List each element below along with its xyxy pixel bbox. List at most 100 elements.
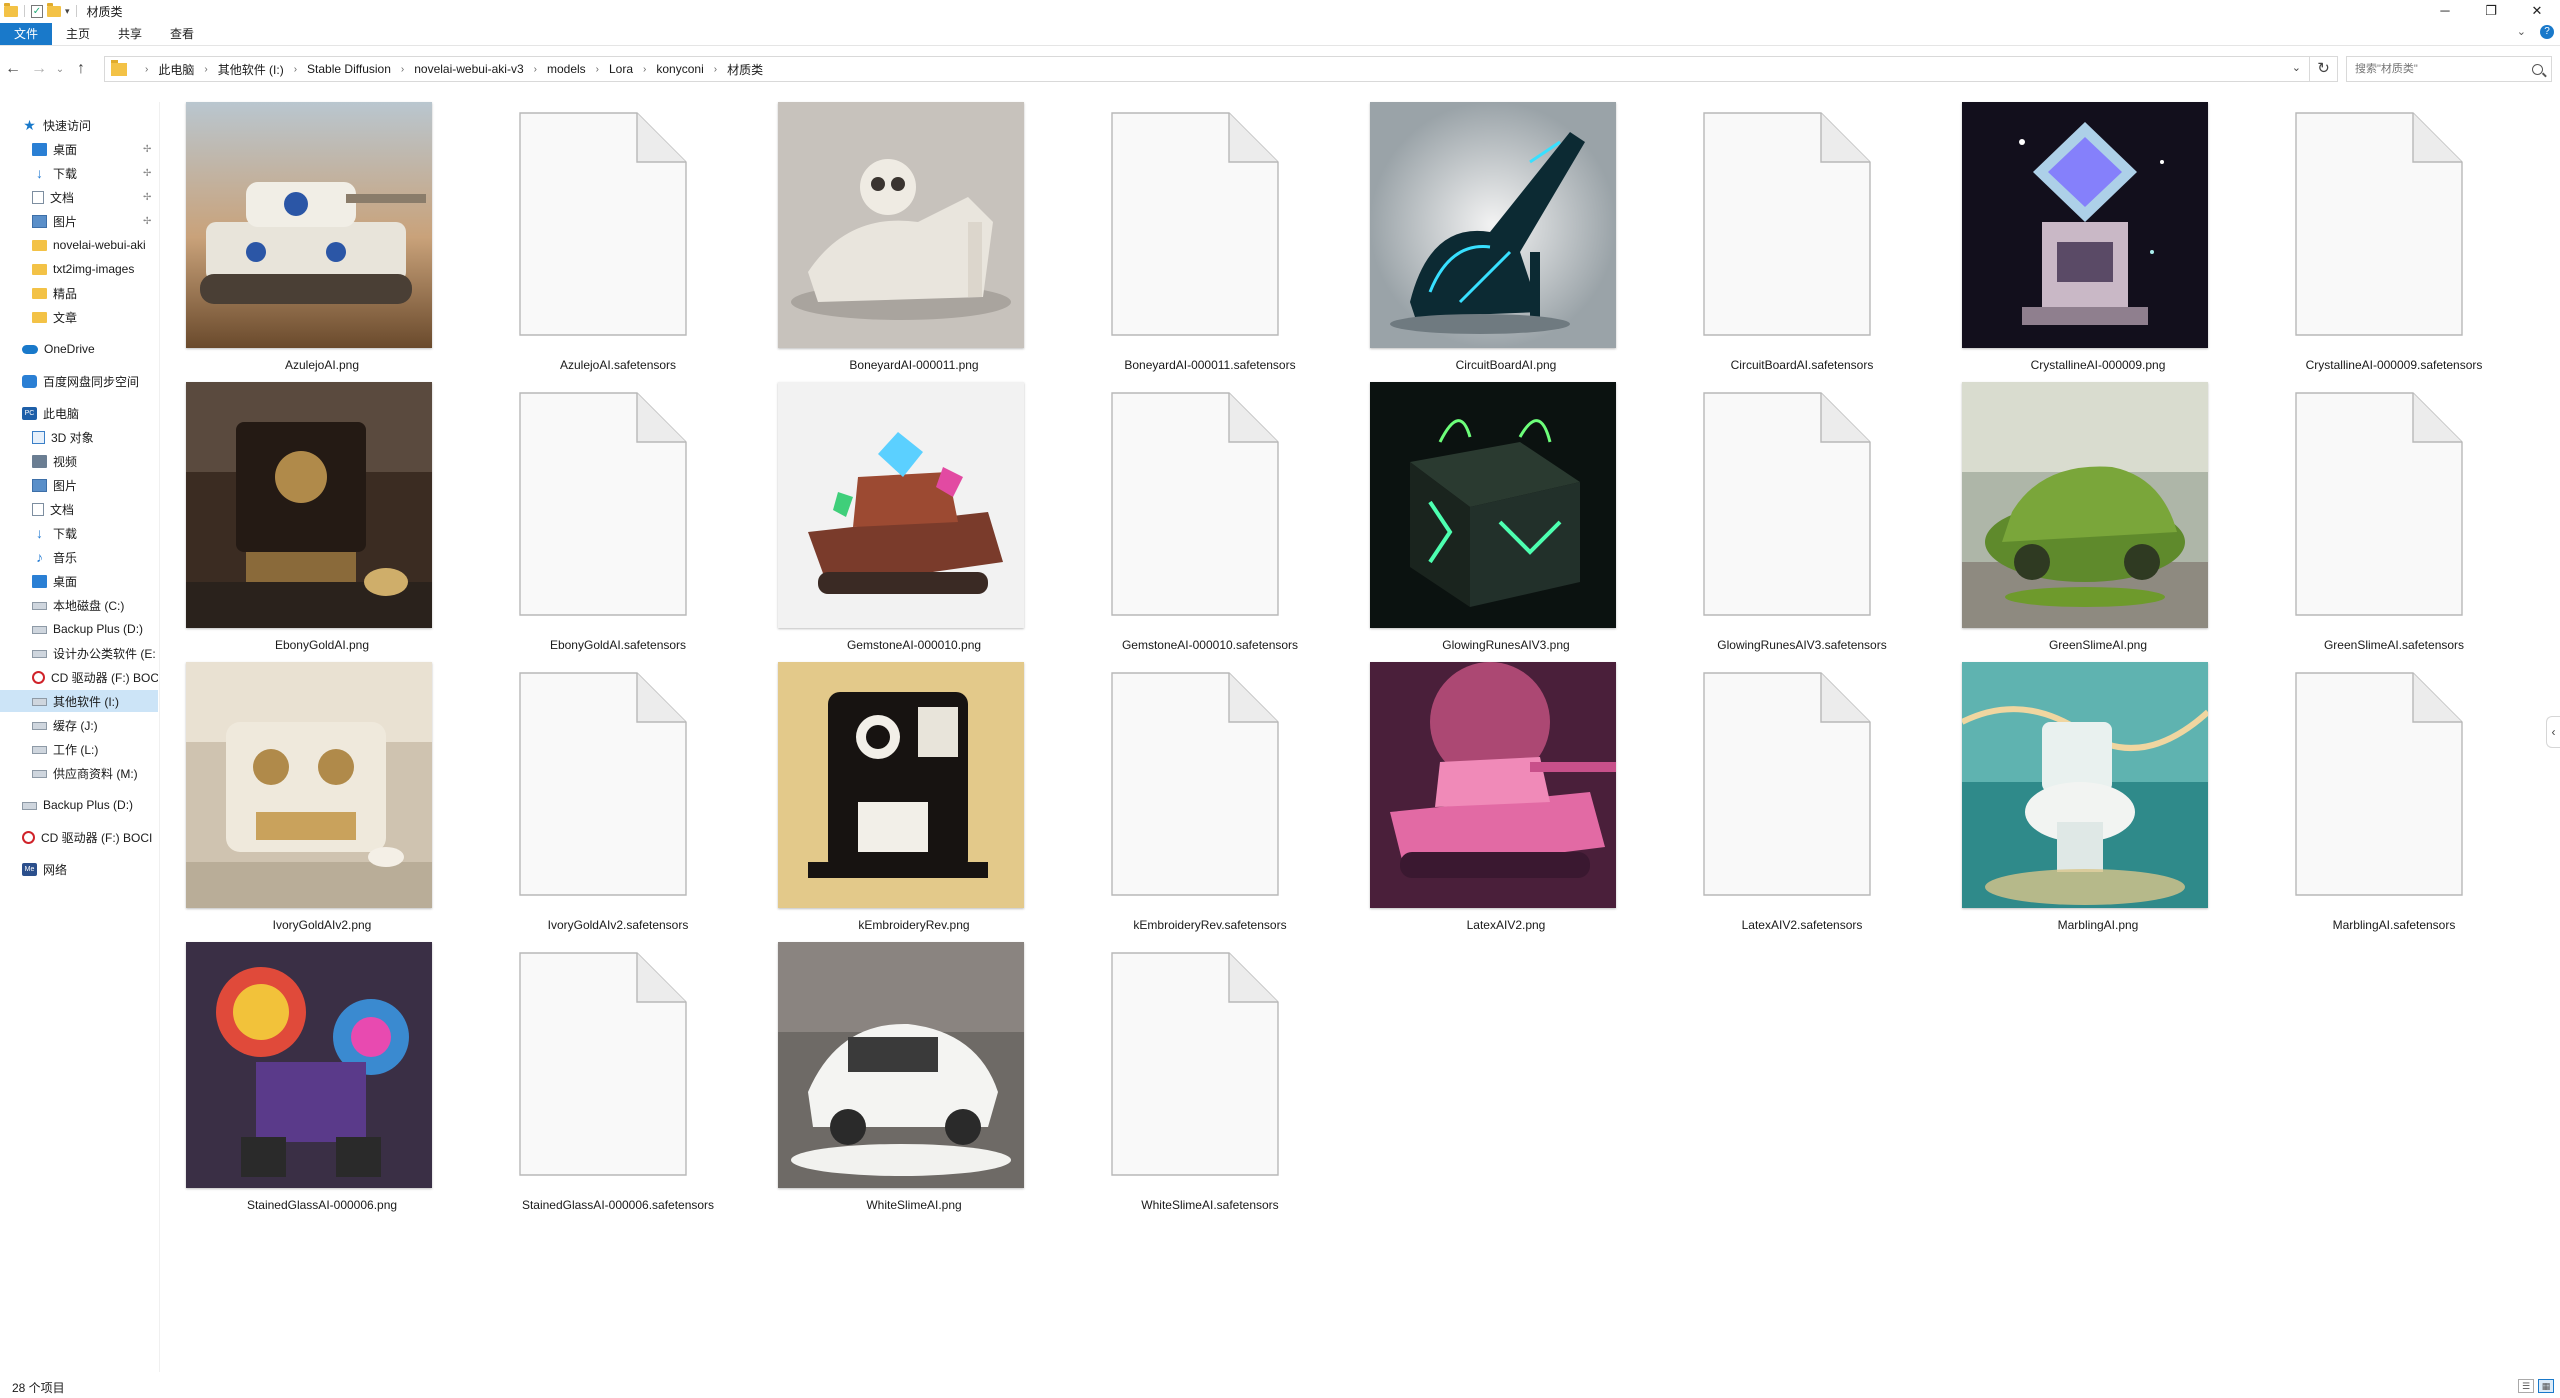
sidebar-item[interactable]: 文章 (0, 306, 158, 328)
file-item-image[interactable]: BoneyardAI-000011.png (766, 102, 1062, 378)
breadcrumb-lora[interactable]: Lora (609, 62, 633, 76)
sidebar-item[interactable]: 图片 ✢ (0, 210, 158, 232)
file-item-model[interactable]: IvoryGoldAIv2.safetensors (470, 662, 766, 938)
sidebar-item[interactable]: 桌面 (0, 570, 158, 592)
file-item-image[interactable]: GemstoneAI-000010.png (766, 382, 1062, 658)
sidebar-item[interactable]: ♪ 音乐 (0, 546, 158, 568)
breadcrumb-current-folder[interactable]: 材质类 (727, 61, 763, 78)
file-item-model[interactable]: BoneyardAI-000011.safetensors (1062, 102, 1358, 378)
address-history-chevron-icon[interactable]: ⌄ (2292, 61, 2301, 74)
recent-locations-chevron-icon[interactable]: ⌄ (52, 64, 68, 75)
sidebar-item[interactable]: 工作 (L:) (0, 738, 158, 760)
file-item-model[interactable]: EbonyGoldAI.safetensors (470, 382, 766, 658)
details-view-icon[interactable]: ☰ (2518, 1379, 2534, 1393)
sidebar-item[interactable]: 供应商资料 (M:) (0, 762, 158, 784)
breadcrumb-models[interactable]: models (547, 62, 586, 76)
file-item-model[interactable]: GlowingRunesAIV3.safetensors (1654, 382, 1950, 658)
file-item-model[interactable]: CrystallineAI-000009.safetensors (2246, 102, 2542, 378)
sidebar-item[interactable]: Backup Plus (D:) (0, 794, 158, 816)
file-item-image[interactable]: GreenSlimeAI.png (1950, 382, 2246, 658)
file-item-model[interactable]: WhiteSlimeAI.safetensors (1062, 942, 1358, 1218)
file-item-image[interactable]: GlowingRunesAIV3.png (1358, 382, 1654, 658)
sidebar-item[interactable]: 桌面 ✢ (0, 138, 158, 160)
collapse-pane-chevron-icon[interactable]: ‹ (2546, 716, 2560, 748)
breadcrumb-novelai-webui[interactable]: novelai-webui-aki-v3 (414, 62, 523, 76)
sidebar-item[interactable]: Me 网络 (0, 858, 158, 880)
tab-file[interactable]: 文件 (0, 22, 53, 45)
search-icon[interactable] (2532, 63, 2543, 75)
close-button[interactable]: ✕ (2514, 0, 2560, 22)
sidebar-item[interactable]: ↓ 下载 ✢ (0, 162, 158, 184)
sidebar-item[interactable]: 设计办公类软件 (E: (0, 642, 158, 664)
file-item-image[interactable]: CrystallineAI-000009.png (1950, 102, 2246, 378)
chevron-right-icon[interactable]: › (204, 64, 207, 75)
chevron-right-icon[interactable]: › (294, 64, 297, 75)
back-button[interactable]: ← (0, 60, 26, 78)
file-item-image[interactable]: CircuitBoardAI.png (1358, 102, 1654, 378)
sidebar-item[interactable]: 缓存 (J:) (0, 714, 158, 736)
sidebar-item-label: 文章 (53, 310, 78, 325)
file-item-model[interactable]: AzulejoAI.safetensors (470, 102, 766, 378)
sidebar-item[interactable]: Backup Plus (D:) (0, 618, 158, 640)
sidebar-item[interactable]: novelai-webui-aki (0, 234, 158, 256)
maximize-button[interactable]: ❐ (2468, 0, 2514, 22)
file-item-model[interactable]: GemstoneAI-000010.safetensors (1062, 382, 1358, 658)
tab-view[interactable]: 查看 (156, 23, 208, 45)
large-icons-view-icon[interactable]: ▦ (2538, 1379, 2554, 1393)
file-item-model[interactable]: LatexAIV2.safetensors (1654, 662, 1950, 938)
file-item-image[interactable]: StainedGlassAI-000006.png (174, 942, 470, 1218)
sidebar-item[interactable]: 视频 (0, 450, 158, 472)
sidebar-item[interactable]: CD 驱动器 (F:) BOC (0, 666, 158, 688)
sidebar-item[interactable]: 本地磁盘 (C:) (0, 594, 158, 616)
file-item-image[interactable]: EbonyGoldAI.png (174, 382, 470, 658)
sidebar-item[interactable]: CD 驱动器 (F:) BOCI (0, 826, 158, 848)
properties-icon[interactable]: ✓ (31, 4, 43, 18)
sidebar-item[interactable]: 图片 (0, 474, 158, 496)
breadcrumb-this-pc[interactable]: 此电脑 (158, 61, 194, 78)
sidebar-item[interactable]: 精品 (0, 282, 158, 304)
tab-home[interactable]: 主页 (52, 23, 104, 45)
sidebar-item[interactable]: 百度网盘同步空间 (0, 370, 158, 392)
file-item-image[interactable]: AzulejoAI.png (174, 102, 470, 378)
file-item-model[interactable]: GreenSlimeAI.safetensors (2246, 382, 2542, 658)
refresh-button[interactable]: ↻ (2310, 56, 2338, 82)
breadcrumb-stable-diffusion[interactable]: Stable Diffusion (307, 62, 391, 76)
file-item-image[interactable]: MarblingAI.png (1950, 662, 2246, 938)
file-item-image[interactable]: LatexAIV2.png (1358, 662, 1654, 938)
forward-button[interactable]: → (26, 60, 52, 78)
sidebar-item[interactable]: OneDrive (0, 338, 158, 360)
chevron-right-icon[interactable]: › (596, 64, 599, 75)
chevron-right-icon[interactable]: › (534, 64, 537, 75)
expand-ribbon-chevron-icon[interactable]: ⌄ (2517, 25, 2526, 39)
sidebar-item[interactable]: 文档 ✢ (0, 186, 158, 208)
chevron-right-icon[interactable]: › (145, 64, 148, 75)
minimize-button[interactable]: ─ (2422, 0, 2468, 22)
chevron-right-icon[interactable]: › (643, 64, 646, 75)
file-item-image[interactable]: kEmbroideryRev.png (766, 662, 1062, 938)
file-item-model[interactable]: kEmbroideryRev.safetensors (1062, 662, 1358, 938)
sidebar-item[interactable]: ↓ 下载 (0, 522, 158, 544)
breadcrumb-konyconi[interactable]: konyconi (656, 62, 703, 76)
file-item-model[interactable]: MarblingAI.safetensors (2246, 662, 2542, 938)
sidebar-item[interactable]: txt2img-images (0, 258, 158, 280)
search-input[interactable] (2355, 63, 2525, 75)
sidebar-item[interactable]: 其他软件 (I:) (0, 690, 158, 712)
breadcrumb-drive-i[interactable]: 其他软件 (I:) (218, 61, 284, 78)
new-folder-icon[interactable] (47, 2, 61, 17)
tab-share[interactable]: 共享 (104, 23, 156, 45)
search-box[interactable] (2346, 56, 2552, 82)
sidebar-item[interactable]: 3D 对象 (0, 426, 158, 448)
file-item-model[interactable]: StainedGlassAI-000006.safetensors (470, 942, 766, 1218)
sidebar-item[interactable]: ★ 快速访问 (0, 114, 158, 136)
file-item-image[interactable]: IvoryGoldAIv2.png (174, 662, 470, 938)
file-item-model[interactable]: CircuitBoardAI.safetensors (1654, 102, 1950, 378)
chevron-right-icon[interactable]: › (401, 64, 404, 75)
address-bar[interactable]: › 此电脑 › 其他软件 (I:) › Stable Diffusion › n… (104, 56, 2310, 82)
up-button[interactable]: ↑ (68, 60, 94, 78)
help-icon[interactable]: ? (2540, 25, 2554, 39)
sidebar-item[interactable]: PC 此电脑 (0, 402, 158, 424)
sidebar-item[interactable]: 文档 (0, 498, 158, 520)
chevron-right-icon[interactable]: › (714, 64, 717, 75)
customize-toolbar-chevron-icon[interactable]: ▾ (65, 6, 70, 17)
file-item-image[interactable]: WhiteSlimeAI.png (766, 942, 1062, 1218)
